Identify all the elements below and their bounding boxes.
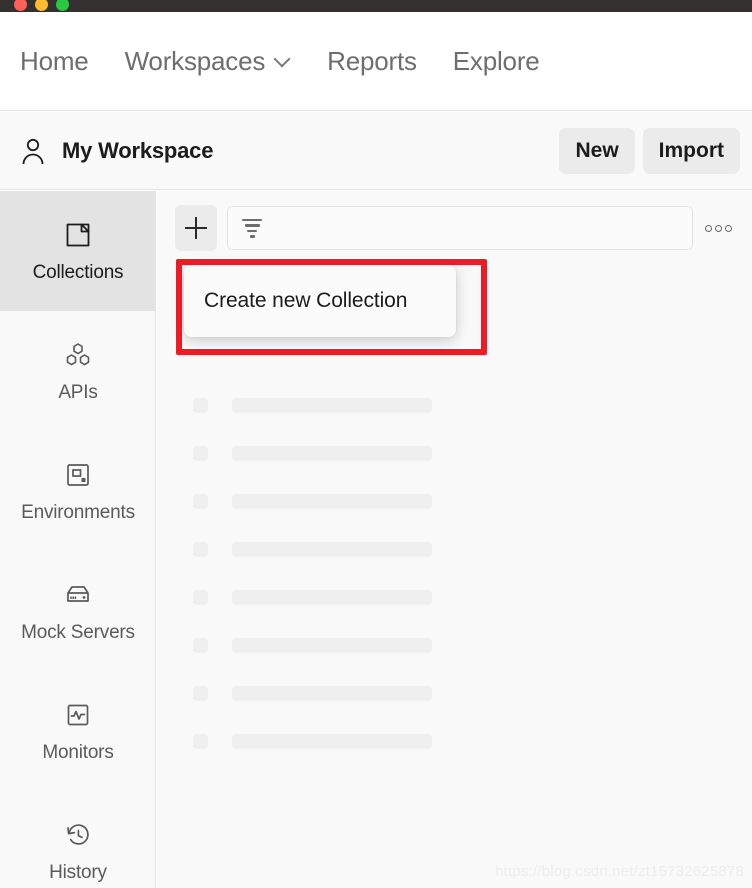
sidebar-item-history-label: History bbox=[49, 862, 107, 883]
sidebar-item-apis-label: APIs bbox=[58, 382, 98, 403]
filter-icon bbox=[241, 218, 263, 238]
skeleton-square bbox=[193, 637, 208, 653]
list-item bbox=[157, 525, 752, 573]
sidebar-item-collections-label: Collections bbox=[32, 262, 124, 283]
skeleton-square bbox=[193, 733, 208, 749]
minimize-window-button[interactable] bbox=[35, 0, 48, 11]
sidebar-item-apis[interactable]: APIs bbox=[0, 311, 155, 431]
skeleton-square bbox=[193, 541, 208, 557]
macos-titlebar bbox=[0, 0, 752, 12]
sidebar-item-environments[interactable]: Environments bbox=[0, 431, 155, 551]
skeleton-square bbox=[193, 397, 208, 413]
nav-item-workspaces-label: Workspaces bbox=[124, 45, 266, 76]
sidebar-item-monitors[interactable]: Monitors bbox=[0, 671, 155, 791]
skeleton-bar bbox=[232, 733, 432, 749]
sidebar-item-mock-servers[interactable]: Mock Servers bbox=[0, 551, 155, 671]
skeleton-bar bbox=[232, 397, 432, 413]
plus-icon bbox=[185, 217, 207, 239]
list-item bbox=[157, 621, 752, 669]
page-title: My Workspace bbox=[62, 137, 214, 163]
skeleton-bar bbox=[232, 685, 432, 701]
monitor-pulse-icon bbox=[61, 698, 95, 732]
list-item bbox=[157, 573, 752, 621]
maximize-window-button[interactable] bbox=[56, 0, 69, 11]
list-item bbox=[157, 717, 752, 765]
top-navigation: Home Workspaces Reports Explore bbox=[0, 12, 752, 111]
list-item bbox=[157, 477, 752, 525]
mock-server-icon bbox=[61, 578, 95, 612]
add-collection-button[interactable] bbox=[175, 205, 217, 251]
filter-input[interactable] bbox=[263, 218, 692, 238]
list-item bbox=[157, 381, 752, 429]
collections-toolbar bbox=[175, 205, 737, 251]
left-sidebar: Collections APIs Environments Mock Serve… bbox=[0, 191, 156, 888]
menu-item-create-new-collection[interactable]: Create new Collection bbox=[184, 273, 456, 329]
history-clock-icon bbox=[61, 818, 95, 852]
workspace-header: My Workspace New Import bbox=[0, 112, 752, 190]
filter-field[interactable] bbox=[227, 206, 693, 250]
list-item bbox=[157, 429, 752, 477]
nav-item-home[interactable]: Home bbox=[20, 46, 89, 77]
nav-item-explore[interactable]: Explore bbox=[453, 46, 540, 77]
nav-item-reports[interactable]: Reports bbox=[327, 46, 417, 77]
sidebar-item-history[interactable]: History bbox=[0, 791, 155, 888]
collections-panel: Create new Collection bbox=[157, 191, 752, 888]
import-button[interactable]: Import bbox=[642, 127, 740, 174]
more-horizontal-icon[interactable] bbox=[699, 206, 737, 250]
skeleton-bar bbox=[232, 541, 432, 557]
skeleton-square bbox=[193, 685, 208, 701]
watermark-text: https://blog.csdn.net/zt15732625878 bbox=[495, 863, 744, 880]
skeleton-bar bbox=[232, 637, 432, 653]
nav-item-reports-label: Reports bbox=[327, 45, 417, 76]
api-hexagons-icon bbox=[61, 338, 95, 372]
nav-item-explore-label: Explore bbox=[452, 45, 540, 76]
skeleton-square bbox=[193, 445, 208, 461]
sidebar-item-mock-servers-label: Mock Servers bbox=[21, 622, 135, 643]
person-icon bbox=[18, 136, 48, 166]
skeleton-bar bbox=[232, 493, 432, 509]
chevron-down-icon bbox=[275, 51, 291, 67]
sidebar-item-collections[interactable]: Collections bbox=[0, 191, 155, 311]
collections-skeleton-list bbox=[157, 381, 752, 765]
sidebar-item-environments-label: Environments bbox=[21, 502, 135, 523]
nav-item-workspaces[interactable]: Workspaces bbox=[125, 46, 292, 77]
skeleton-square bbox=[193, 589, 208, 605]
sidebar-item-monitors-label: Monitors bbox=[42, 742, 114, 763]
create-collection-dropdown: Create new Collection bbox=[184, 265, 456, 337]
list-item bbox=[157, 669, 752, 717]
skeleton-bar bbox=[232, 589, 432, 605]
new-button[interactable]: New bbox=[559, 127, 635, 174]
nav-item-home-label: Home bbox=[20, 45, 89, 76]
close-window-button[interactable] bbox=[14, 0, 27, 11]
collection-folder-icon bbox=[61, 218, 95, 252]
skeleton-bar bbox=[232, 445, 432, 461]
environment-box-icon bbox=[61, 458, 95, 492]
skeleton-square bbox=[193, 493, 208, 509]
